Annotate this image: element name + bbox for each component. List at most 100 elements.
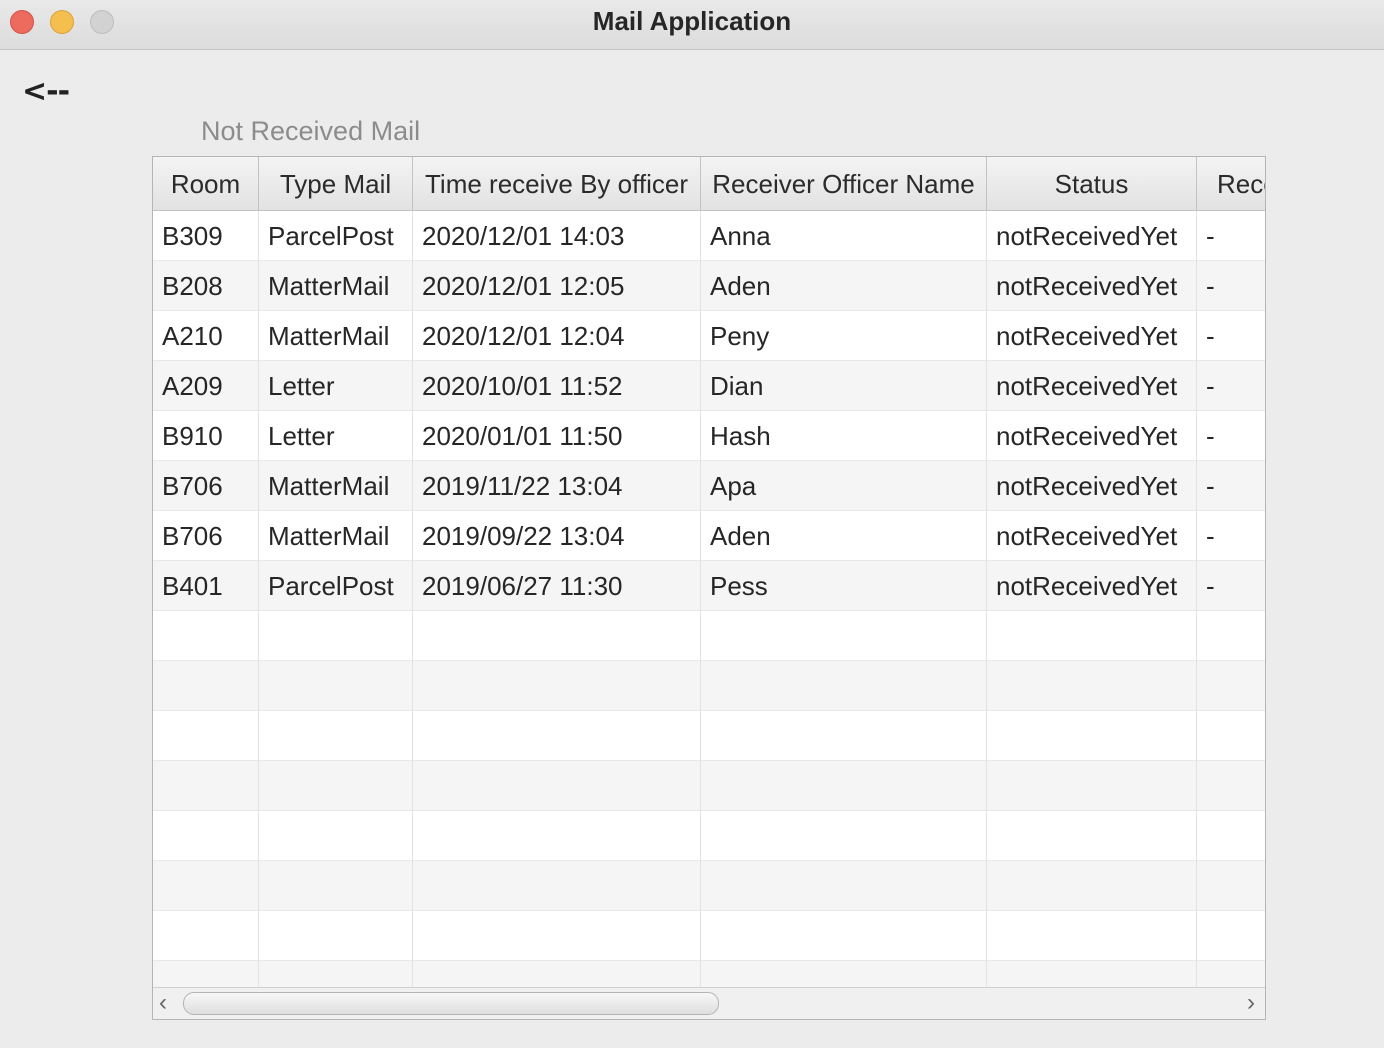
- status-cell: [987, 761, 1197, 811]
- type-mail-cell: Letter: [259, 361, 413, 411]
- empty-table-row[interactable]: [153, 661, 1265, 711]
- room-cell: B706: [153, 461, 259, 511]
- table-viewport: Room Type Mail Time receive By officer R…: [153, 157, 1265, 987]
- column-header-status[interactable]: Status: [987, 157, 1197, 211]
- type-mail-cell: MatterMail: [259, 461, 413, 511]
- room-cell: B401: [153, 561, 259, 611]
- status-cell: notReceivedYet: [987, 411, 1197, 461]
- horizontal-scrollbar[interactable]: ‹ ›: [153, 987, 1265, 1019]
- officer-name-cell: [701, 761, 987, 811]
- type-mail-cell: MatterMail: [259, 511, 413, 561]
- time-cell: 2020/12/01 12:05: [413, 261, 701, 311]
- receiver-cell: -: [1197, 561, 1265, 611]
- room-cell: [153, 961, 259, 987]
- chevron-right-icon[interactable]: ›: [1247, 990, 1255, 1016]
- status-cell: notReceivedYet: [987, 361, 1197, 411]
- receiver-cell: [1197, 711, 1265, 761]
- table-row[interactable]: B401 ParcelPost 2019/06/27 11:30 Pess notRec…: [153, 561, 1265, 611]
- status-cell: notReceivedYet: [987, 561, 1197, 611]
- table-header: Room Type Mail Time receive By officer R…: [153, 157, 1265, 211]
- column-header-type-mail[interactable]: Type Mail: [259, 157, 413, 211]
- officer-name-cell: [701, 861, 987, 911]
- table-row[interactable]: B309 ParcelPost 2020/12/01 14:03 Anna notRec…: [153, 211, 1265, 261]
- type-mail-cell: [259, 861, 413, 911]
- column-header-receiver[interactable]: Rece: [1197, 157, 1265, 211]
- receiver-cell: -: [1197, 461, 1265, 511]
- room-cell: B309: [153, 211, 259, 261]
- type-mail-cell: [259, 661, 413, 711]
- room-cell: [153, 761, 259, 811]
- time-cell: [413, 861, 701, 911]
- status-cell: notReceivedYet: [987, 211, 1197, 261]
- officer-name-cell: Peny: [701, 311, 987, 361]
- type-mail-cell: [259, 711, 413, 761]
- officer-name-cell: [701, 811, 987, 861]
- column-header-room[interactable]: Room: [153, 157, 259, 211]
- officer-name-cell: [701, 711, 987, 761]
- room-cell: [153, 711, 259, 761]
- scrollbar-thumb[interactable]: [183, 992, 719, 1015]
- officer-name-cell: Hash: [701, 411, 987, 461]
- type-mail-cell: [259, 611, 413, 661]
- column-header-time-received[interactable]: Time receive By officer: [413, 157, 701, 211]
- table-row[interactable]: B910 Letter 2020/01/01 11:50 Hash notReceive…: [153, 411, 1265, 461]
- empty-table-row[interactable]: [153, 711, 1265, 761]
- officer-name-cell: Aden: [701, 261, 987, 311]
- time-cell: 2020/01/01 11:50: [413, 411, 701, 461]
- receiver-cell: [1197, 861, 1265, 911]
- room-cell: [153, 861, 259, 911]
- status-cell: notReceivedYet: [987, 461, 1197, 511]
- mail-table[interactable]: Room Type Mail Time receive By officer R…: [152, 156, 1266, 1020]
- type-mail-cell: Letter: [259, 411, 413, 461]
- officer-name-cell: Dian: [701, 361, 987, 411]
- type-mail-cell: MatterMail: [259, 261, 413, 311]
- time-cell: [413, 811, 701, 861]
- time-cell: [413, 761, 701, 811]
- receiver-cell: -: [1197, 411, 1265, 461]
- table-row[interactable]: B706 MatterMail 2019/11/22 13:04 Apa notRece…: [153, 461, 1265, 511]
- empty-table-row[interactable]: [153, 611, 1265, 661]
- table-row[interactable]: B706 MatterMail 2019/09/22 13:04 Aden notRec…: [153, 511, 1265, 561]
- time-cell: [413, 661, 701, 711]
- type-mail-cell: ParcelPost: [259, 561, 413, 611]
- table-body: B309 ParcelPost 2020/12/01 14:03 Anna notRec…: [153, 211, 1265, 987]
- officer-name-cell: [701, 661, 987, 711]
- room-cell: [153, 811, 259, 861]
- chevron-left-icon[interactable]: ‹: [159, 990, 167, 1016]
- status-cell: notReceivedYet: [987, 311, 1197, 361]
- time-cell: 2019/11/22 13:04: [413, 461, 701, 511]
- status-cell: [987, 861, 1197, 911]
- empty-table-row[interactable]: [153, 961, 1265, 987]
- type-mail-cell: [259, 911, 413, 961]
- officer-name-cell: [701, 611, 987, 661]
- table-row[interactable]: A210 MatterMail 2020/12/01 12:04 Peny notRec…: [153, 311, 1265, 361]
- receiver-cell: -: [1197, 361, 1265, 411]
- status-cell: notReceivedYet: [987, 511, 1197, 561]
- table-row[interactable]: A209 Letter 2020/10/01 11:52 Dian notReceive…: [153, 361, 1265, 411]
- empty-table-row[interactable]: [153, 811, 1265, 861]
- back-button[interactable]: <--: [22, 74, 70, 109]
- receiver-cell: -: [1197, 311, 1265, 361]
- room-cell: [153, 661, 259, 711]
- officer-name-cell: [701, 911, 987, 961]
- receiver-cell: [1197, 811, 1265, 861]
- room-cell: A209: [153, 361, 259, 411]
- column-header-receiver-officer[interactable]: Receiver Officer Name: [701, 157, 987, 211]
- time-cell: [413, 911, 701, 961]
- time-cell: [413, 611, 701, 661]
- table-row[interactable]: B208 MatterMail 2020/12/01 12:05 Aden notRec…: [153, 261, 1265, 311]
- officer-name-cell: Apa: [701, 461, 987, 511]
- status-cell: [987, 811, 1197, 861]
- empty-table-row[interactable]: [153, 761, 1265, 811]
- empty-table-row[interactable]: [153, 911, 1265, 961]
- page-title: Not Received Mail: [201, 116, 421, 146]
- time-cell: 2020/12/01 12:04: [413, 311, 701, 361]
- empty-table-row[interactable]: [153, 861, 1265, 911]
- type-mail-cell: ParcelPost: [259, 211, 413, 261]
- time-cell: 2019/09/22 13:04: [413, 511, 701, 561]
- status-cell: [987, 611, 1197, 661]
- receiver-cell: [1197, 911, 1265, 961]
- receiver-cell: -: [1197, 511, 1265, 561]
- status-cell: notReceivedYet: [987, 261, 1197, 311]
- room-cell: [153, 911, 259, 961]
